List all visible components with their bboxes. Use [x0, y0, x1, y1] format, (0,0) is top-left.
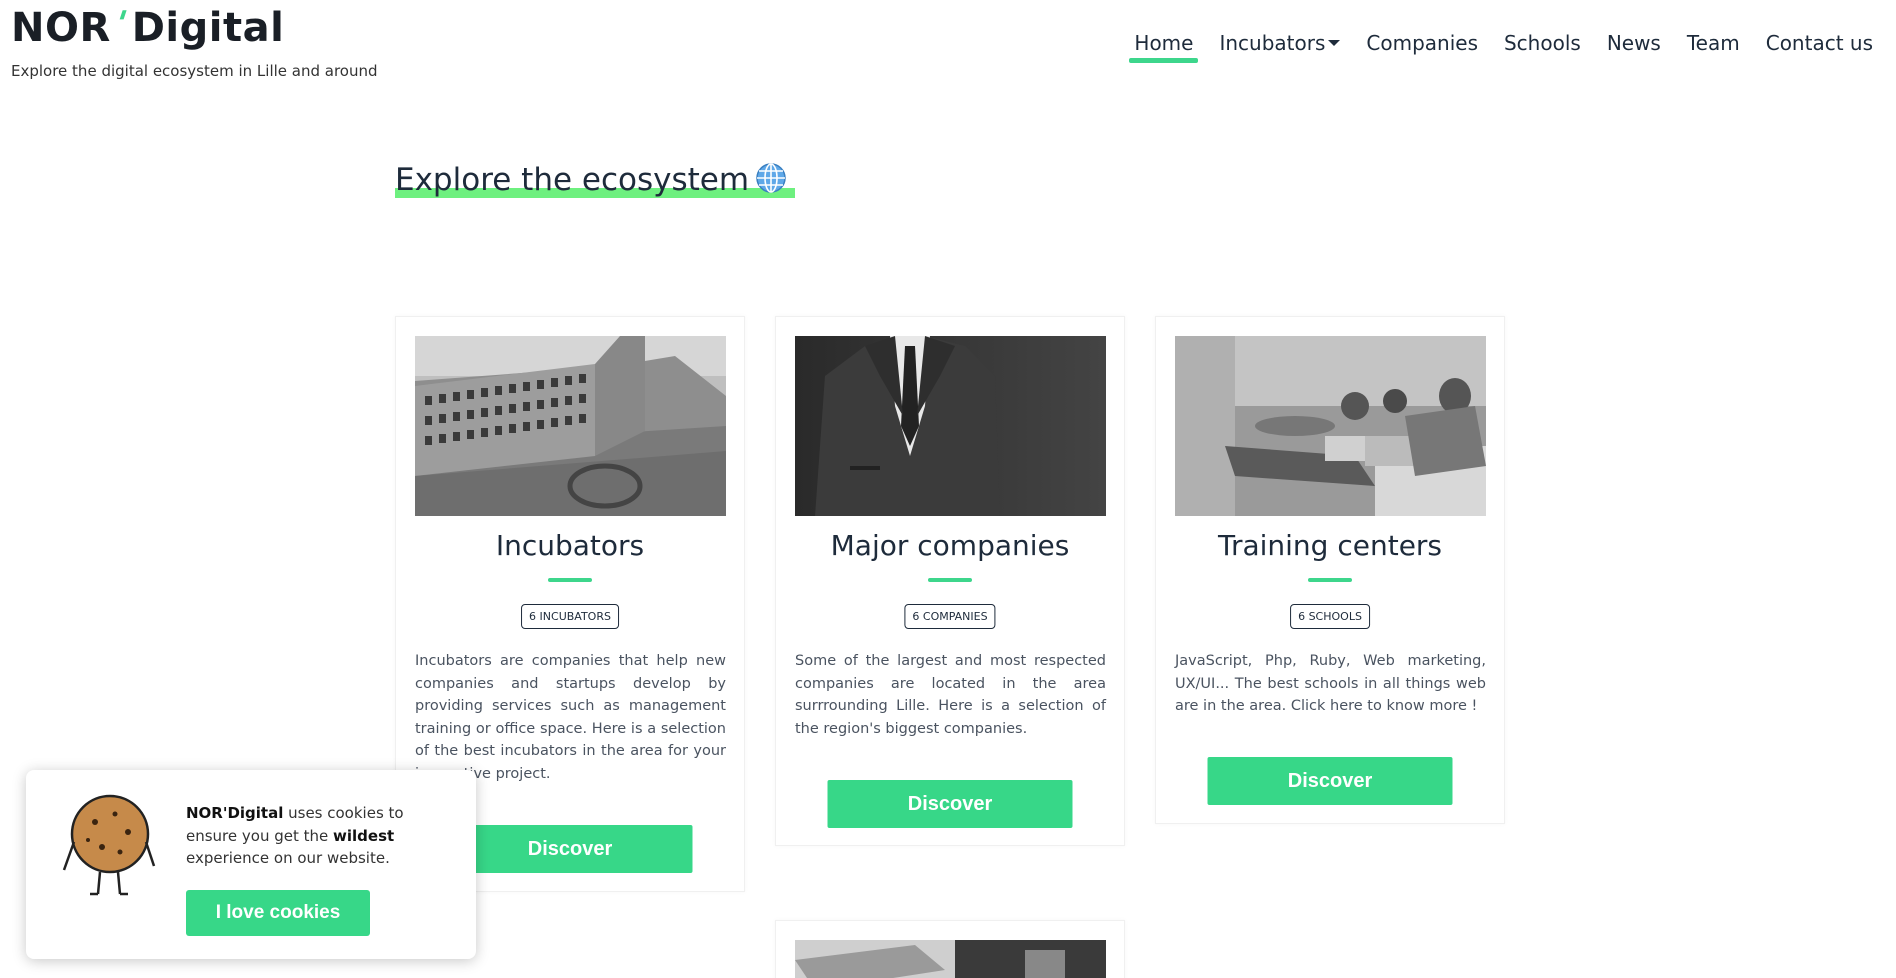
section-title-text: Explore the ecosystem — [395, 162, 750, 198]
card-description: Some of the largest and most respected c… — [795, 653, 1106, 737]
card-description: Incubators are companies that help new c… — [415, 653, 726, 782]
section-title-highlight: Explore the ecosystem — [395, 162, 796, 198]
card-description: JavaScript, Php, Ruby, Web marketing, UX… — [1175, 653, 1486, 715]
card-companies: Major companies 6 companies Some of the … — [775, 316, 1125, 846]
training-image — [1175, 336, 1486, 516]
incubators-image — [415, 336, 726, 516]
cookie-text-2: experience on our website. — [186, 849, 390, 867]
nav-incubators[interactable]: Incubators — [1206, 29, 1353, 63]
main-nav: Home Incubators Companies Schools News T… — [1121, 29, 1886, 63]
logo-accent-mark: ' — [108, 4, 133, 44]
section-title: Explore the ecosystem — [395, 162, 796, 198]
chevron-down-icon — [1328, 39, 1341, 46]
brand[interactable]: NOR'Digital Explore the digital ecosyste… — [11, 4, 378, 80]
companies-image — [795, 336, 1106, 516]
discover-incubators-button[interactable]: Discover — [447, 825, 693, 873]
nav-news[interactable]: News — [1594, 29, 1674, 63]
globe-icon — [756, 163, 786, 193]
cookie-emphasis: wildest — [333, 826, 395, 845]
count-badge: 6 schools — [1290, 604, 1370, 629]
cookie-mascot-icon — [62, 794, 156, 896]
logo-part1: NOR — [11, 5, 111, 51]
discover-companies-button[interactable]: Discover — [827, 780, 1073, 828]
nav-team[interactable]: Team — [1674, 29, 1753, 63]
partial-card-image — [795, 940, 1106, 978]
card-title: Incubators — [495, 529, 645, 562]
nav-contact[interactable]: Contact us — [1753, 29, 1886, 63]
nav-companies[interactable]: Companies — [1353, 29, 1491, 63]
cookie-banner: NOR'Digital uses cookies to ensure you g… — [26, 770, 476, 959]
nav-schools[interactable]: Schools — [1491, 29, 1594, 63]
count-badge: 6 incubators — [521, 604, 619, 629]
nav-incubators-label: Incubators — [1219, 31, 1326, 55]
accept-cookies-button[interactable]: I love cookies — [186, 890, 370, 936]
title-underline — [548, 578, 592, 582]
title-underline — [928, 578, 972, 582]
logo[interactable]: NOR'Digital — [11, 4, 378, 52]
card-title: Major companies — [830, 529, 1070, 562]
card-partial — [775, 920, 1125, 978]
title-underline — [1308, 578, 1352, 582]
logo-part2: Digital — [131, 5, 285, 51]
nav-home[interactable]: Home — [1121, 29, 1206, 63]
site-tagline: Explore the digital ecosystem in Lille a… — [11, 62, 378, 80]
card-training: Training centers 6 schools JavaScript, P… — [1155, 316, 1505, 824]
cookie-brand: NOR'Digital — [186, 804, 284, 822]
discover-training-button[interactable]: Discover — [1207, 757, 1453, 805]
cookie-message: NOR'Digital uses cookies to ensure you g… — [186, 802, 456, 870]
card-title: Training centers — [1217, 529, 1443, 562]
count-badge: 6 companies — [904, 604, 996, 629]
